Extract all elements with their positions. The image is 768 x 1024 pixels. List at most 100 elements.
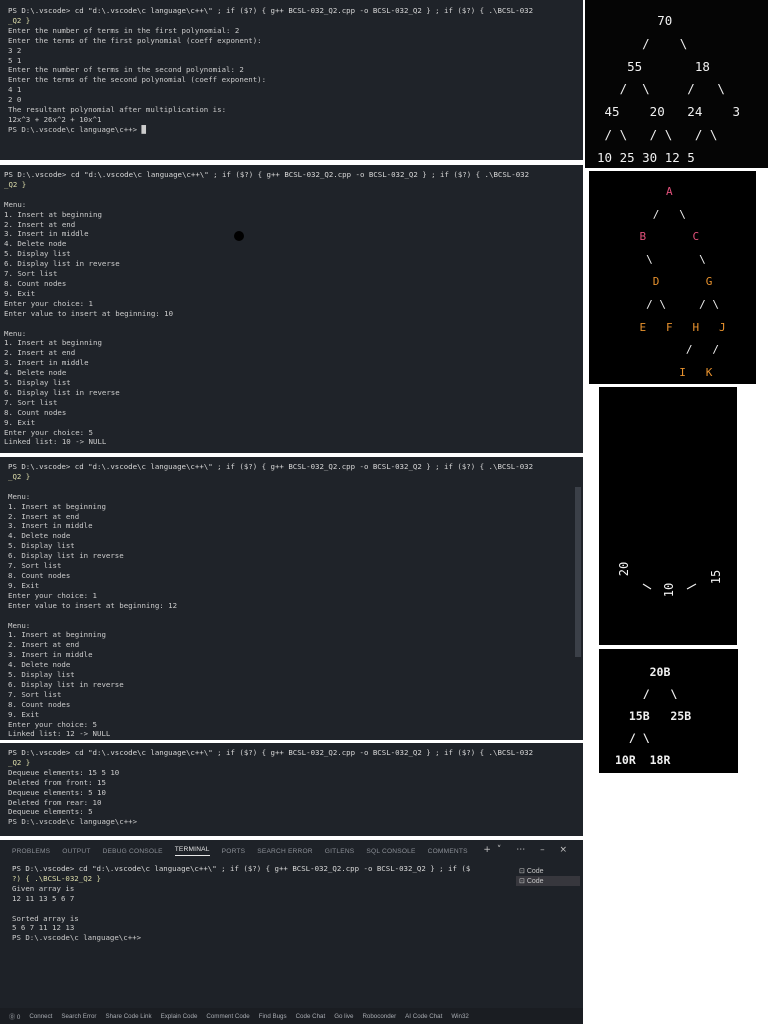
- tab-ports[interactable]: PORTS: [222, 848, 246, 855]
- terminal-line: 1. Insert at beginning: [4, 338, 102, 348]
- tree-line: 15B 25B: [615, 709, 692, 723]
- status-item[interactable]: Connect: [29, 1013, 52, 1020]
- terminal-list-item-selected[interactable]: ⊡ Code: [516, 876, 580, 886]
- terminal-line: The resultant polynomial after multiplic…: [8, 105, 227, 115]
- terminal-line: 4. Delete node: [8, 531, 71, 541]
- status-item[interactable]: Roboconder: [362, 1013, 396, 1020]
- tab-terminal[interactable]: TERMINAL: [174, 846, 210, 856]
- tree-line: 70: [597, 13, 673, 28]
- tree-line: D G: [613, 275, 713, 289]
- terminal-line: Enter the number of terms in the first p…: [8, 25, 240, 35]
- terminal-line: PS D:\.vscode> cd "d:\.vscode\c language…: [8, 748, 534, 757]
- vscode-terminal-panel[interactable]: PROBLEMS OUTPUT DEBUG CONSOLE TERMINAL PORTS…: [0, 840, 583, 1008]
- terminal-line: 3. Insert in middle: [4, 358, 89, 368]
- terminal-output-deque[interactable]: PS D:\.vscode> cd "d:\.vscode\c language…: [0, 743, 583, 836]
- status-item[interactable]: ⓪ 0: [9, 1012, 20, 1021]
- terminal-line: Deleted from rear: 10: [8, 797, 102, 807]
- status-item[interactable]: Explain Code: [161, 1013, 198, 1020]
- terminal-line: Enter your choice: 1: [4, 298, 93, 308]
- terminal-line: PS D:\.vscode\c language\c++>: [8, 817, 138, 827]
- terminal-line: 3. Insert in middle: [8, 650, 93, 660]
- tree-line: I K: [613, 365, 713, 379]
- status-item[interactable]: Go live: [334, 1013, 353, 1020]
- tree-image-letters: A / \ B C \ \ D G / \ / \ E F H J / / I …: [589, 171, 756, 384]
- status-item[interactable]: Share Code Link: [105, 1013, 151, 1020]
- status-item[interactable]: Search Error: [61, 1013, 96, 1020]
- terminal-output-polynomial[interactable]: PS D:\.vscode> cd "d:\.vscode\c language…: [0, 0, 583, 160]
- tree-line: E F H J: [613, 320, 726, 334]
- terminal-line: 4. Delete node: [4, 368, 67, 378]
- tab-problems[interactable]: PROBLEMS: [12, 848, 50, 855]
- terminal-line: Menu:: [4, 199, 27, 209]
- tree-line: 10R 18R: [615, 753, 671, 767]
- terminal-icon: ⊡: [519, 878, 527, 885]
- tree-line: / \: [615, 731, 650, 745]
- terminal-line: 4. Delete node: [4, 239, 67, 249]
- tab-gitlens[interactable]: GITLENS: [325, 848, 355, 855]
- status-item[interactable]: Comment Code: [206, 1013, 249, 1020]
- terminal-line: 3. Insert in middle: [4, 229, 89, 239]
- terminal-line: 2. Insert at end: [4, 219, 76, 229]
- tab-debug-console[interactable]: DEBUG CONSOLE: [103, 848, 163, 855]
- terminal-line: 3. Insert in middle: [8, 521, 93, 531]
- terminal-line: ?) { .\BCSL-032_Q2 }: [12, 873, 101, 883]
- terminal-list-item[interactable]: ⊡ Code: [516, 866, 580, 876]
- terminal-text: PS D:\.vscode> cd "d:\.vscode\c language…: [0, 743, 583, 827]
- status-item[interactable]: Code Chat: [296, 1013, 326, 1020]
- tab-sql-console[interactable]: SQL CONSOLE: [366, 848, 415, 855]
- status-item[interactable]: Find Bugs: [259, 1013, 287, 1020]
- terminal-line: 5. Display list: [4, 249, 71, 259]
- terminal-line: 9. Exit: [4, 417, 36, 427]
- terminal-output-linked-list-10[interactable]: PS D:\.vscode> cd "d:\.vscode\c language…: [0, 165, 583, 453]
- tree-line: / \ / \: [613, 297, 719, 311]
- tree-line: 10 25 30 12 5: [597, 149, 695, 165]
- terminal-line: Linked list: 10 -> NULL: [4, 437, 107, 447]
- terminal-line: 6. Display list in reverse: [4, 387, 120, 397]
- terminal-line: Enter your choice: 5: [8, 719, 97, 729]
- terminal-line: PS D:\.vscode> cd "d:\.vscode\c language…: [12, 864, 471, 873]
- terminal-line: PS D:\.vscode\c language\c++> █: [8, 124, 146, 134]
- terminal-line: PS D:\.vscode> cd "d:\.vscode\c language…: [4, 170, 530, 179]
- tree-line: A: [613, 185, 673, 198]
- terminal-line: _Q2 }: [8, 15, 31, 25]
- terminal-line: 12 11 13 5 6 7: [12, 893, 75, 903]
- terminal-line: 2. Insert at end: [8, 511, 80, 521]
- terminal-line: Enter your choice: 5: [4, 427, 93, 437]
- terminal-line: 7. Sort list: [8, 561, 62, 571]
- cursor-dot: [234, 231, 244, 241]
- tab-comments[interactable]: COMMENTS: [428, 848, 468, 855]
- terminal-text: PS D:\.vscode> cd "d:\.vscode\c language…: [0, 165, 583, 447]
- terminal-line: _Q2 }: [4, 179, 27, 189]
- terminal-line: 7. Sort list: [4, 397, 58, 407]
- tab-search-error[interactable]: SEARCH ERROR: [257, 848, 313, 855]
- terminal-line: Enter value to insert at beginning: 12: [8, 600, 178, 610]
- status-item[interactable]: AI Code Chat: [405, 1013, 442, 1020]
- terminal-line: 4. Delete node: [8, 660, 71, 670]
- terminal-line: 5 6 7 11 12 13: [12, 923, 75, 933]
- terminal-line: 9. Exit: [8, 709, 40, 719]
- terminal-output-linked-list-12[interactable]: PS D:\.vscode> cd "d:\.vscode\c language…: [0, 457, 583, 740]
- terminal-line: _Q2 }: [8, 471, 31, 481]
- terminal-line: 8. Count nodes: [8, 699, 71, 709]
- scrollbar[interactable]: [575, 487, 581, 657]
- tree-line: / \: [613, 207, 686, 221]
- terminal-line: 5. Display list: [4, 378, 71, 388]
- terminal-text: PS D:\.vscode> cd "d:\.vscode\c language…: [0, 0, 583, 135]
- terminal-line: Deleted from front: 15: [8, 777, 106, 787]
- terminal-line: 1. Insert at beginning: [4, 209, 102, 219]
- terminal-line: 8. Count nodes: [8, 570, 71, 580]
- terminal-line: 6. Display list in reverse: [8, 551, 124, 561]
- terminal-line: Linked list: 12 -> NULL: [8, 729, 111, 739]
- terminal-line: 9. Exit: [8, 580, 40, 590]
- tab-output[interactable]: OUTPUT: [62, 848, 90, 855]
- panel-actions[interactable]: +˅ ⋯ – ×: [483, 845, 573, 855]
- tree-line: \ \: [613, 252, 706, 266]
- status-item[interactable]: Win32: [451, 1013, 469, 1020]
- terminal-line: PS D:\.vscode> cd "d:\.vscode\c language…: [8, 462, 534, 471]
- terminal-line: 5 1: [8, 55, 22, 65]
- terminal-line: Dequeue elements: 15 5 10: [8, 767, 120, 777]
